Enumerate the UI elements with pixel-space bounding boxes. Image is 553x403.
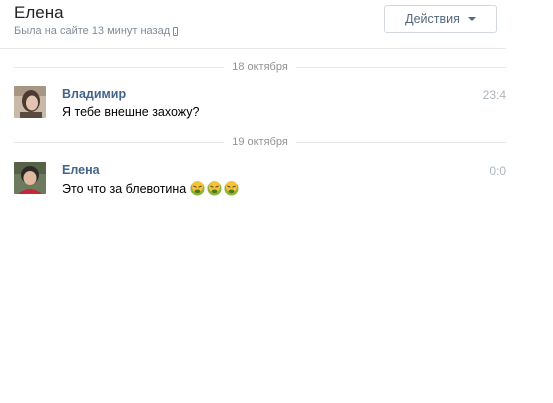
mobile-phone-icon xyxy=(173,26,179,36)
message-sender[interactable]: Елена xyxy=(62,163,100,177)
date-separator: 19 октября xyxy=(14,136,506,148)
contact-name[interactable]: Елена xyxy=(14,3,64,23)
message-time[interactable]: 0:0 xyxy=(489,164,506,178)
nauseated-face-icon xyxy=(207,181,222,196)
date-separator-label: 19 октября xyxy=(224,136,296,148)
date-separator-label: 18 октября xyxy=(224,61,296,73)
dialog-page: Елена Была на сайте 13 минут назад Дейст… xyxy=(0,0,553,403)
nauseated-face-icon xyxy=(190,181,205,196)
actions-label: Действия xyxy=(405,12,460,26)
message-sender[interactable]: Владимир xyxy=(62,87,126,101)
avatar[interactable] xyxy=(14,162,46,194)
online-status-text: Была на сайте 13 минут назад xyxy=(14,25,171,37)
message-item: Владимир 23:4 Я тебе внешне захожу? xyxy=(14,86,506,130)
online-status: Была на сайте 13 минут назад xyxy=(14,24,179,38)
message-text: Это что за блевотина xyxy=(62,181,241,196)
emoji-row xyxy=(190,181,241,196)
message-time[interactable]: 23:4 xyxy=(483,88,506,102)
message-text-content: Это что за блевотина xyxy=(62,181,187,196)
message-text-content: Я тебе внешне захожу? xyxy=(62,105,200,119)
actions-dropdown-button[interactable]: Действия xyxy=(384,5,497,33)
dialog-header: Елена Была на сайте 13 минут назад Дейст… xyxy=(0,0,506,49)
avatar[interactable] xyxy=(14,86,46,118)
message-text: Я тебе внешне захожу? xyxy=(62,105,200,119)
date-separator: 18 октября xyxy=(14,61,506,73)
message-item: Елена 0:0 Это что за блевотина xyxy=(14,162,506,206)
nauseated-face-icon xyxy=(224,181,239,196)
caret-down-icon xyxy=(467,17,476,21)
